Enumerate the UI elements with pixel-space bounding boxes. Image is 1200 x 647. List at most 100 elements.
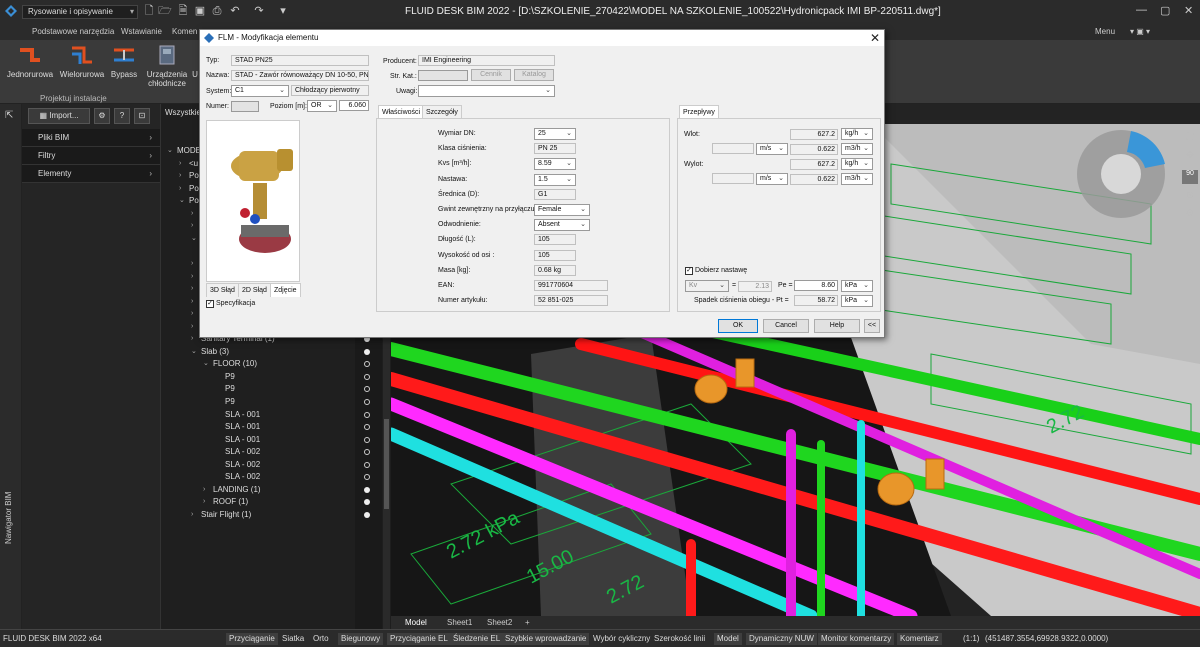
- undo-icon[interactable]: ↶: [228, 4, 242, 18]
- tree-row[interactable]: ⌄ FLOOR (10): [161, 358, 383, 371]
- status-comment[interactable]: Komentarz: [897, 633, 942, 645]
- pe-field[interactable]: 8.60: [794, 280, 838, 291]
- tree-row[interactable]: P9: [161, 383, 383, 396]
- wlot-kgh-unit[interactable]: kg/h ⌄: [841, 128, 873, 140]
- wylot-ms-unit[interactable]: m/s ⌄: [756, 173, 788, 185]
- poziom-field[interactable]: 6.060: [339, 100, 369, 111]
- chevron-right-icon[interactable]: ›: [191, 271, 193, 283]
- visibility-toggle-icon[interactable]: [364, 449, 370, 456]
- chevron-right-icon[interactable]: ›: [191, 296, 193, 308]
- chevron-down-icon[interactable]: ⌄: [179, 195, 185, 207]
- poziom-ref-select[interactable]: OR ⌄: [307, 100, 337, 112]
- tree-row[interactable]: SLA - 002: [161, 471, 383, 484]
- import-button[interactable]: ▦ Import...: [28, 108, 90, 124]
- chevron-right-icon[interactable]: ›: [191, 258, 193, 270]
- bypass-button[interactable]: Bypass: [100, 44, 148, 90]
- tree-row[interactable]: › Stair Flight (1): [161, 509, 383, 522]
- pin-icon[interactable]: ⇱: [5, 110, 13, 121]
- tab-details[interactable]: Szczegóły: [422, 105, 462, 119]
- visibility-toggle-icon[interactable]: [364, 499, 370, 506]
- app-logo-icon[interactable]: [4, 4, 18, 18]
- status-snap[interactable]: Przyciąganie: [226, 633, 278, 645]
- pan-icon[interactable]: ✥: [1182, 150, 1198, 164]
- new-file-icon[interactable]: 🗋: [142, 4, 156, 18]
- status-polar[interactable]: Biegunowy: [338, 633, 384, 645]
- tree-row[interactable]: › LANDING (1): [161, 484, 383, 497]
- chevron-right-icon[interactable]: ›: [191, 283, 193, 295]
- visibility-toggle-icon[interactable]: [364, 436, 370, 443]
- visibility-toggle-icon[interactable]: [364, 348, 370, 355]
- tab-wstawianie[interactable]: Wstawianie: [121, 27, 162, 36]
- view-cube-wheel[interactable]: [1077, 130, 1165, 218]
- status-ortho[interactable]: Orto: [310, 633, 332, 645]
- files-bim-row[interactable]: Pliki BIM ›: [22, 129, 160, 147]
- pe-unit[interactable]: kPa ⌄: [841, 280, 873, 292]
- tab-sheet1[interactable]: Sheet1: [447, 618, 472, 627]
- status-dynamic-input[interactable]: Szybkie wprowadzanie: [502, 633, 590, 645]
- chevron-right-icon[interactable]: ›: [203, 484, 205, 496]
- chevron-right-icon[interactable]: ›: [191, 308, 193, 320]
- tree-row[interactable]: P9: [161, 371, 383, 384]
- cancel-button[interactable]: Cancel: [763, 319, 809, 333]
- visibility-toggle-icon[interactable]: [364, 424, 370, 431]
- open-folder-icon[interactable]: 🗁: [158, 4, 172, 18]
- status-model[interactable]: Model: [714, 633, 742, 645]
- visibility-toggle-icon[interactable]: [364, 411, 370, 418]
- uwagi-select[interactable]: ⌄: [418, 85, 555, 97]
- add-sheet-button[interactable]: +: [525, 618, 530, 627]
- chevron-down-icon[interactable]: ⌄: [167, 145, 173, 157]
- property-select[interactable]: 8.59 ⌄: [534, 158, 576, 171]
- settings-gear-icon[interactable]: ⚙: [94, 108, 110, 124]
- visibility-toggle-icon[interactable]: [364, 373, 370, 380]
- bim-navigator-label[interactable]: Nawigator BIM: [4, 492, 13, 544]
- wlot-m3h-unit[interactable]: m3/h ⌄: [841, 143, 873, 155]
- chevron-right-icon[interactable]: ›: [179, 158, 181, 170]
- tab-3d-view[interactable]: 3D Słąd: [206, 283, 239, 297]
- fullscreen-icon[interactable]: ⛶: [1182, 132, 1198, 146]
- wlot-ms-unit[interactable]: m/s ⌄: [756, 143, 788, 155]
- zoom-icon[interactable]: ⊕: [1182, 190, 1198, 204]
- print-icon[interactable]: ⎙: [210, 4, 224, 18]
- single-pipe-button[interactable]: Jednorurowa: [6, 44, 54, 90]
- kv-select[interactable]: Kv ⌄: [685, 280, 729, 292]
- save-icon[interactable]: ▣: [193, 4, 207, 18]
- system-select[interactable]: C1 ⌄: [231, 85, 289, 97]
- tree-row[interactable]: SLA - 002: [161, 446, 383, 459]
- status-selection-cycling[interactable]: Wybór cykliczny: [590, 633, 653, 645]
- tree-row[interactable]: P9: [161, 396, 383, 409]
- tab-flows[interactable]: Przepływy: [679, 105, 719, 119]
- tree-row[interactable]: SLA - 001: [161, 421, 383, 434]
- visibility-toggle-icon[interactable]: [364, 399, 370, 405]
- wylot-m3h-unit[interactable]: m3/h ⌄: [841, 173, 873, 185]
- ok-button[interactable]: OK: [718, 319, 758, 333]
- elements-row[interactable]: Elementy ›: [22, 165, 160, 183]
- filters-row[interactable]: Filtry ›: [22, 147, 160, 165]
- chevron-down-icon[interactable]: ⌄: [203, 358, 209, 370]
- collapse-button[interactable]: <<: [864, 319, 880, 333]
- wylot-kgh-unit[interactable]: kg/h ⌄: [841, 158, 873, 170]
- chevron-right-icon[interactable]: ›: [191, 333, 193, 345]
- chevron-right-icon[interactable]: ›: [179, 183, 181, 195]
- visibility-toggle-icon[interactable]: [364, 461, 370, 468]
- tree-row[interactable]: ⌄ Slab (3): [161, 346, 383, 359]
- settings-icon[interactable]: ⚙: [1182, 208, 1198, 222]
- tree-row[interactable]: › ROOF (1): [161, 496, 383, 509]
- scrollbar-thumb[interactable]: [384, 419, 389, 509]
- tab-2d-view[interactable]: 2D Słąd: [238, 283, 271, 297]
- nav-value[interactable]: 90: [1182, 170, 1198, 184]
- spadek-unit[interactable]: kPa ⌄: [841, 295, 873, 307]
- tab-model[interactable]: Model: [405, 618, 427, 627]
- property-select[interactable]: 25 ⌄: [534, 128, 576, 140]
- cooling-devices-button[interactable]: Urządzenia chłodnicze: [143, 44, 191, 90]
- help-button[interactable]: ?: [114, 108, 130, 124]
- ribbon-toggle-icon[interactable]: ▾ ▣ ▾: [1130, 27, 1150, 36]
- close-icon[interactable]: ✕: [1184, 4, 1193, 17]
- tab-podstawowe[interactable]: Podstawowe narzędzia: [32, 27, 114, 36]
- visibility-toggle-icon[interactable]: [364, 361, 370, 368]
- tab-sheet2[interactable]: Sheet2: [487, 618, 512, 627]
- tree-row[interactable]: SLA - 001: [161, 434, 383, 447]
- status-grid[interactable]: Siatka: [279, 633, 307, 645]
- tab-komentarze[interactable]: Komen: [172, 27, 197, 36]
- open-file-icon[interactable]: 🗎: [176, 4, 190, 18]
- maximize-icon[interactable]: ▢: [1160, 4, 1170, 17]
